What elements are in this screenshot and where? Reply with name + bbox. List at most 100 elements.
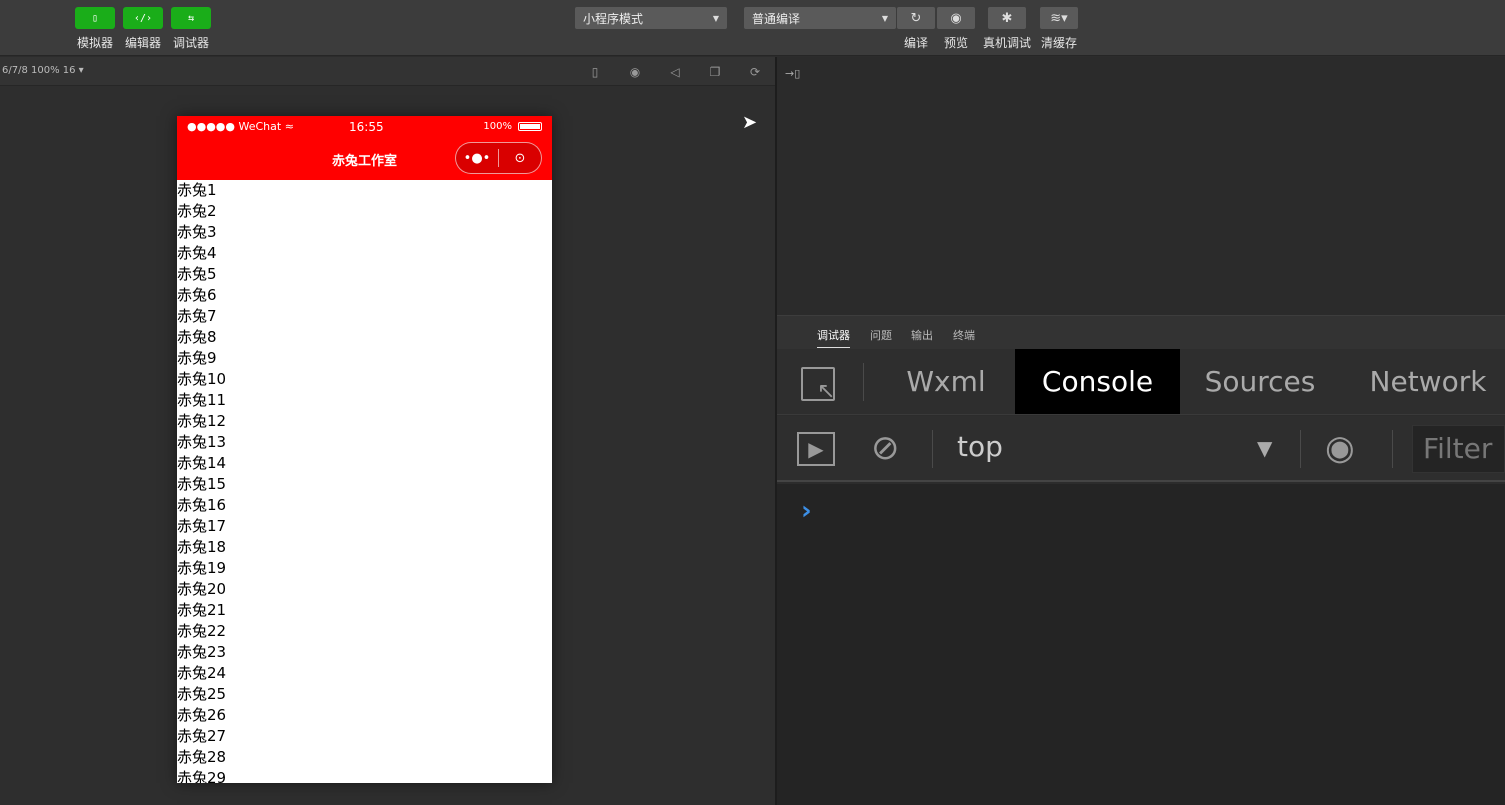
tab-network[interactable]: Network (1355, 349, 1501, 414)
editor-toggle[interactable]: ‹/› 编辑器 (123, 7, 163, 51)
debugger-toggle[interactable]: ⇆ 调试器 (171, 7, 211, 51)
list-item: 赤兔7 (177, 307, 217, 325)
carrier-text: ●●●●● WeChat (187, 120, 282, 133)
list-item: 赤兔5 (177, 265, 217, 283)
list-item: 赤兔4 (177, 244, 217, 262)
compile-label: 编译 (903, 36, 928, 50)
list-item: 赤兔9 (177, 349, 217, 367)
list-item: 赤兔20 (177, 580, 227, 598)
preview-button[interactable]: ◉ 预览 (937, 7, 975, 51)
tab-separator (863, 363, 864, 401)
battery-text: 100% (483, 121, 512, 132)
clear-console-icon[interactable]: ⊘ (871, 430, 900, 466)
more-icon[interactable]: •●• (456, 151, 498, 166)
phone-header: ●●●●● WeChat ≈ 16:55 100% 赤兔工作室 •●• ⊙ (177, 116, 552, 180)
devtools-upper-area: →▯ (777, 57, 1505, 315)
tab-output[interactable]: 输出 (911, 327, 933, 343)
tab-problems[interactable]: 问题 (870, 327, 892, 343)
remote-debug-button[interactable]: ✱ 真机调试 (983, 7, 1031, 51)
list-item: 赤兔21 (177, 601, 227, 619)
debugger-label: 调试器 (172, 36, 209, 50)
list-item: 赤兔29 (177, 769, 227, 783)
remote-debug-label: 真机调试 (983, 36, 1032, 50)
phone-screen: ●●●●● WeChat ≈ 16:55 100% 赤兔工作室 •●• ⊙ 赤兔… (177, 116, 552, 783)
console-output[interactable]: › (777, 484, 1505, 805)
list-item: 赤兔12 (177, 412, 227, 430)
list-item: 赤兔26 (177, 706, 227, 724)
list-item: 赤兔14 (177, 454, 227, 472)
chevron-down-icon: ▼ (881, 13, 888, 23)
eye-icon[interactable]: ◉ (1325, 428, 1355, 468)
battery-icon (518, 122, 542, 131)
list-item: 赤兔6 (177, 286, 217, 304)
status-time: 16:55 (349, 120, 384, 134)
sidebar-toggle-icon[interactable]: ▶ (797, 432, 835, 466)
debug-icon[interactable]: ⇆ (171, 7, 211, 29)
compile-button[interactable]: ↻ 编译 (897, 7, 935, 51)
mode-select-value: 小程序模式 (583, 11, 644, 26)
record-icon[interactable]: ◉ (627, 64, 643, 80)
rotate-icon[interactable]: ⟳ (747, 64, 763, 80)
inspect-icon[interactable]: ↖ (801, 367, 835, 404)
editor-label: 编辑器 (124, 36, 161, 50)
eye-icon[interactable]: ◉ (937, 7, 975, 29)
list-item: 赤兔2 (177, 202, 217, 220)
list-item: 赤兔28 (177, 748, 227, 766)
battery-status: 100% (483, 121, 542, 132)
list-item: 赤兔19 (177, 559, 227, 577)
device-select[interactable]: 6/7/8 100% 16 ▾ (2, 65, 84, 76)
carrier-status: ●●●●● WeChat ≈ (187, 120, 294, 133)
layers-icon[interactable]: ≋▾ (1040, 7, 1078, 29)
tab-terminal[interactable]: 终端 (953, 327, 975, 343)
toolbar-separator (932, 430, 933, 468)
simulator-bar: 6/7/8 100% 16 ▾ ▯ ◉ ◁ ❐ ⟳ (0, 57, 775, 86)
list-item: 赤兔10 (177, 370, 227, 388)
compile-select-value: 普通编译 (752, 11, 801, 26)
list-item: 赤兔16 (177, 496, 227, 514)
clear-cache-label: 清缓存 (1040, 36, 1077, 50)
devtools-tabs: ↖ Wxml Console Sources Network (777, 349, 1505, 415)
chevron-down-icon: ▼ (712, 13, 719, 23)
context-select[interactable]: top (957, 430, 1003, 463)
menu-capsule: •●• ⊙ (455, 142, 542, 174)
list-item: 赤兔3 (177, 223, 217, 241)
volume-icon[interactable]: ◁ (667, 64, 683, 80)
filter-input[interactable]: Filter (1412, 425, 1505, 473)
list-item: 赤兔11 (177, 391, 227, 409)
list-item: 赤兔18 (177, 538, 227, 556)
wifi-icon: ≈ (284, 120, 294, 133)
clear-cache-button[interactable]: ≋▾ 清缓存 (1040, 7, 1078, 51)
simulator-label: 模拟器 (76, 36, 113, 50)
window-icon[interactable]: ❐ (707, 64, 723, 80)
list-item: 赤兔25 (177, 685, 227, 703)
mode-select[interactable]: 小程序模式 ▼ (575, 7, 727, 29)
tab-debugger[interactable]: 调试器 (817, 327, 850, 348)
device-icon[interactable]: ▯ (587, 64, 603, 80)
tab-wxml[interactable]: Wxml (887, 349, 1005, 414)
battery-fill (520, 124, 540, 129)
simulator-toggle[interactable]: ▯ 模拟器 (75, 7, 115, 51)
chevron-down-icon[interactable]: ▼ (1257, 436, 1272, 460)
collapse-icon[interactable]: →▯ (785, 67, 800, 80)
list-item: 赤兔27 (177, 727, 227, 745)
refresh-icon[interactable]: ↻ (897, 7, 935, 29)
top-toolbar: ▯ 模拟器 ‹/› 编辑器 ⇆ 调试器 小程序模式 ▼ 普通编译 ▼ ↻ 编译 … (0, 0, 1505, 56)
tab-console[interactable]: Console (1015, 349, 1180, 414)
list-item: 赤兔13 (177, 433, 227, 451)
list-item: 赤兔1 (177, 181, 217, 199)
bug-icon[interactable]: ✱ (988, 7, 1026, 29)
debug-panel-tabs: 调试器 问题 输出 终端 (777, 315, 1505, 349)
phone-icon[interactable]: ▯ (75, 7, 115, 29)
list-item: 赤兔22 (177, 622, 227, 640)
compile-select[interactable]: 普通编译 ▼ (744, 7, 896, 29)
list-item: 赤兔23 (177, 643, 227, 661)
close-target-icon[interactable]: ⊙ (499, 151, 541, 166)
toolbar-separator (1300, 430, 1301, 468)
list-item: 赤兔24 (177, 664, 227, 682)
item-list: 赤兔1 赤兔2 赤兔3 赤兔4 赤兔5 赤兔6 赤兔7 赤兔8 赤兔9 赤兔10 赤兔11 赤兔12 赤… (177, 180, 552, 783)
list-item: 赤兔8 (177, 328, 217, 346)
toolbar-separator (1392, 430, 1393, 468)
mouse-cursor-icon: ➤ (742, 112, 758, 133)
tab-sources[interactable]: Sources (1192, 349, 1328, 414)
code-icon[interactable]: ‹/› (123, 7, 163, 29)
